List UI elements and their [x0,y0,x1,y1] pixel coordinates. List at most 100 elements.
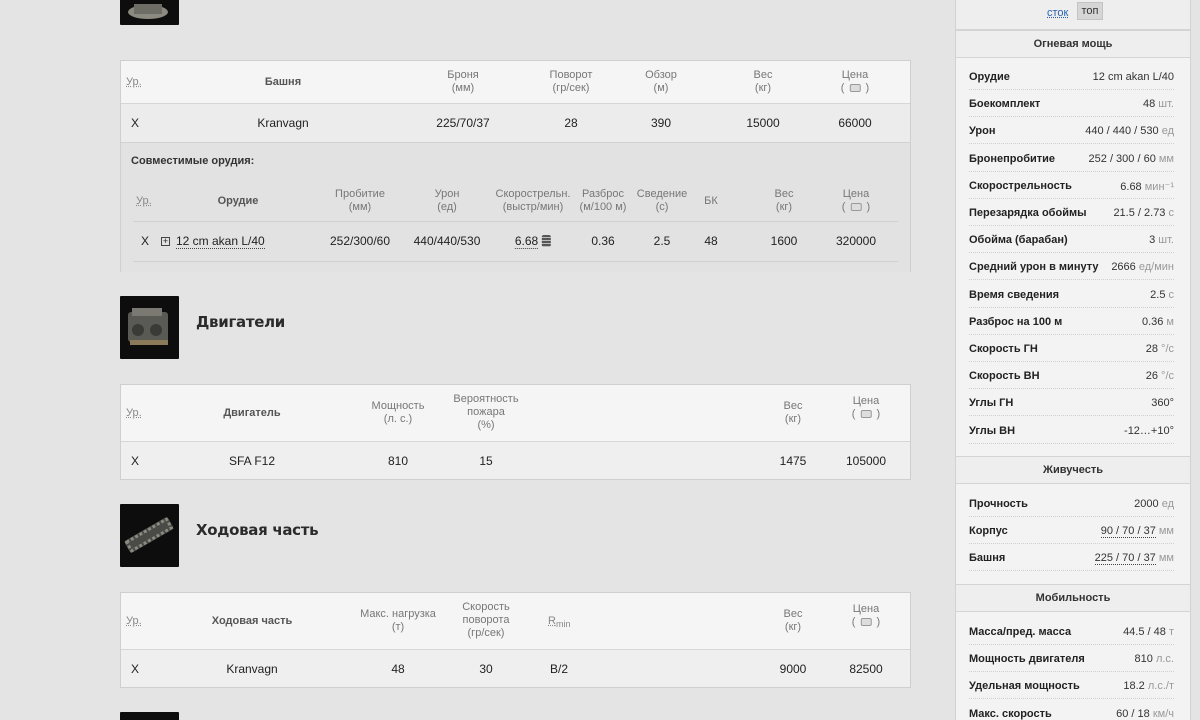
stat-label: Углы ГН [969,397,1014,410]
stat-row: Урон 440 / 440 / 530 ед [969,117,1174,145]
stat-row: Разброс на 100 м 0.36 м [969,308,1174,335]
expand-plus-icon[interactable]: + [161,237,170,246]
turret-table-header: Ур. Башня Броня (мм) Поворот (гр/сек) Об… [121,61,910,104]
credits-icon [849,84,861,92]
stat-unit: мм [1155,152,1174,165]
turret-traverse: 28 [564,116,578,130]
gun-dispersion: 0.36 [591,234,615,248]
stat-value: 3 шт. [1149,234,1174,246]
stat-label: Скорость ГН [969,343,1038,355]
engine-power: 810 [387,454,409,468]
stat-label: Прочность [969,498,1028,510]
stat-label: Масса/пред. масса [969,626,1072,638]
stat-row: Углы ГН 360° [969,389,1174,417]
suspension-tier: X [131,662,140,676]
header-price-label: Цена [852,395,880,407]
table-row: X SFA F12 810 15 1475 105000 [121,442,910,480]
modules-content: Ур. Башня Броня (мм) Поворот (гр/сек) Об… [120,0,912,720]
stat-unit: шт. [1155,98,1174,111]
suspension-max-load: 48 [391,662,405,676]
table-row: X Kranvagn 225/70/37 28 390 15000 66000 [121,104,910,142]
stat-label: Корпус [969,525,1008,538]
stat-value-number: 12 cm akan L/40 [1092,71,1174,83]
gun-name-link[interactable]: +12 cm akan L/40 [161,234,265,249]
gun-header-damage: Урон (ед) [434,188,460,213]
gun-aim-time: 2.5 [653,234,671,248]
stat-unit: ед [1158,125,1174,138]
stat-value-number: 225 / 70 / 37 [1094,552,1156,566]
header-tier[interactable]: Ур. [126,76,142,88]
stat-value-number: 26 [1145,370,1158,383]
suspension-traverse-speed: 30 [479,662,493,676]
stat-value-number: 28 [1145,343,1158,355]
engine-tier: X [131,454,140,468]
stat-row: Боекомплект 48 шт. [969,90,1174,118]
suspension-r-min: B/2 [550,662,569,676]
stat-label: Перезарядка обоймы [969,207,1087,219]
stat-value-number: -12…+10° [1124,424,1174,437]
header-suspension: Ходовая часть [211,615,293,627]
gun-header-ammo: БК [704,195,718,207]
clip-magazine-icon [542,235,552,247]
header-weight: Вес (кг) [783,608,803,633]
engine-weight: 1475 [779,454,807,468]
stat-unit: м [1163,315,1174,328]
header-r-min[interactable]: Rmin [548,615,570,629]
stat-unit: л.с. [1152,653,1174,666]
stat-value-number: 360° [1151,397,1174,410]
header-turret: Башня [264,76,302,88]
stat-value: 12 cm akan L/40 [1093,71,1174,83]
next-module-thumbnail [120,712,179,720]
stat-value: 44.5 / 48 т [1123,626,1174,638]
header-price: Цена( ) [840,69,870,94]
header-fire-chance: Вероятность пожара (%) [453,393,519,431]
turret-table: Ур. Башня Броня (мм) Поворот (гр/сек) Об… [120,60,911,272]
stat-row: Прочность 2000 ед [969,490,1174,517]
gun-header-weight: Вес (кг) [774,188,794,213]
header-price: Цена( ) [851,395,881,420]
stat-row: Корпус 90 / 70 / 37 мм [969,517,1174,545]
gun-name[interactable]: 12 cm akan L/40 [176,234,265,249]
gun-header-tier[interactable]: Ур. [136,195,152,207]
gun-header-dispersion: Разброс (м/100 м) [579,188,627,213]
gun-rate-of-fire-value: 6.68 [514,234,539,249]
stat-label: Бронепробитие [969,152,1056,165]
credits-icon [860,410,872,418]
stats-sidebar: сток топ Огневая мощь Орудие 12 cm akan L… [955,0,1191,720]
header-armor: Броня (мм) [447,69,479,94]
compatible-guns: Совместимые орудия: Ур. Орудие Пробитие … [121,142,910,272]
table-row: X Kranvagn 48 30 B/2 9000 82500 [121,650,910,688]
stat-unit: °/с [1157,343,1174,355]
stat-value: 252 / 300 / 60 мм [1089,153,1174,165]
stat-label: Орудие [969,71,1010,83]
stat-unit: мм [1155,525,1174,538]
header-view-range: Обзор (м) [645,69,677,94]
suspension-price: 82500 [849,662,883,676]
stat-value-number: 810 [1134,653,1153,666]
credits-icon [860,618,872,626]
top-config-button[interactable]: топ [1077,2,1103,20]
table-row: X +12 cm akan L/40 252/300/60 440/440/53… [133,222,898,260]
turret-armor: 225/70/37 [436,116,490,130]
stock-config-link[interactable]: сток [1047,7,1068,19]
stat-label: Время сведения [969,288,1060,301]
stat-unit: с [1165,288,1174,301]
header-tier[interactable]: Ур. [126,615,142,627]
stat-value: 26 °/с [1146,370,1174,382]
header-traverse: Поворот (гр/сек) [549,69,593,94]
header-price-label: Цена [841,69,869,81]
turret-thumbnail [120,0,179,25]
stat-value-number: 6.68 [1120,180,1142,193]
stat-value: 2000 ед [1134,498,1174,510]
config-toggle: сток топ [956,0,1190,30]
turret-view-range: 390 [650,116,672,130]
stat-row: Скорость ГН 28 °/с [969,335,1174,362]
turret-name: Kranvagn [257,116,309,130]
gun-header-aim-time: Сведение (с) [636,188,688,213]
engine-thumbnail [120,296,179,359]
engine-fire-chance: 15 [479,454,493,468]
stat-unit: °/с [1157,370,1174,383]
stat-unit: ед [1158,498,1174,510]
stat-row: Башня 225 / 70 / 37 мм [969,544,1174,572]
header-tier[interactable]: Ур. [126,407,142,419]
